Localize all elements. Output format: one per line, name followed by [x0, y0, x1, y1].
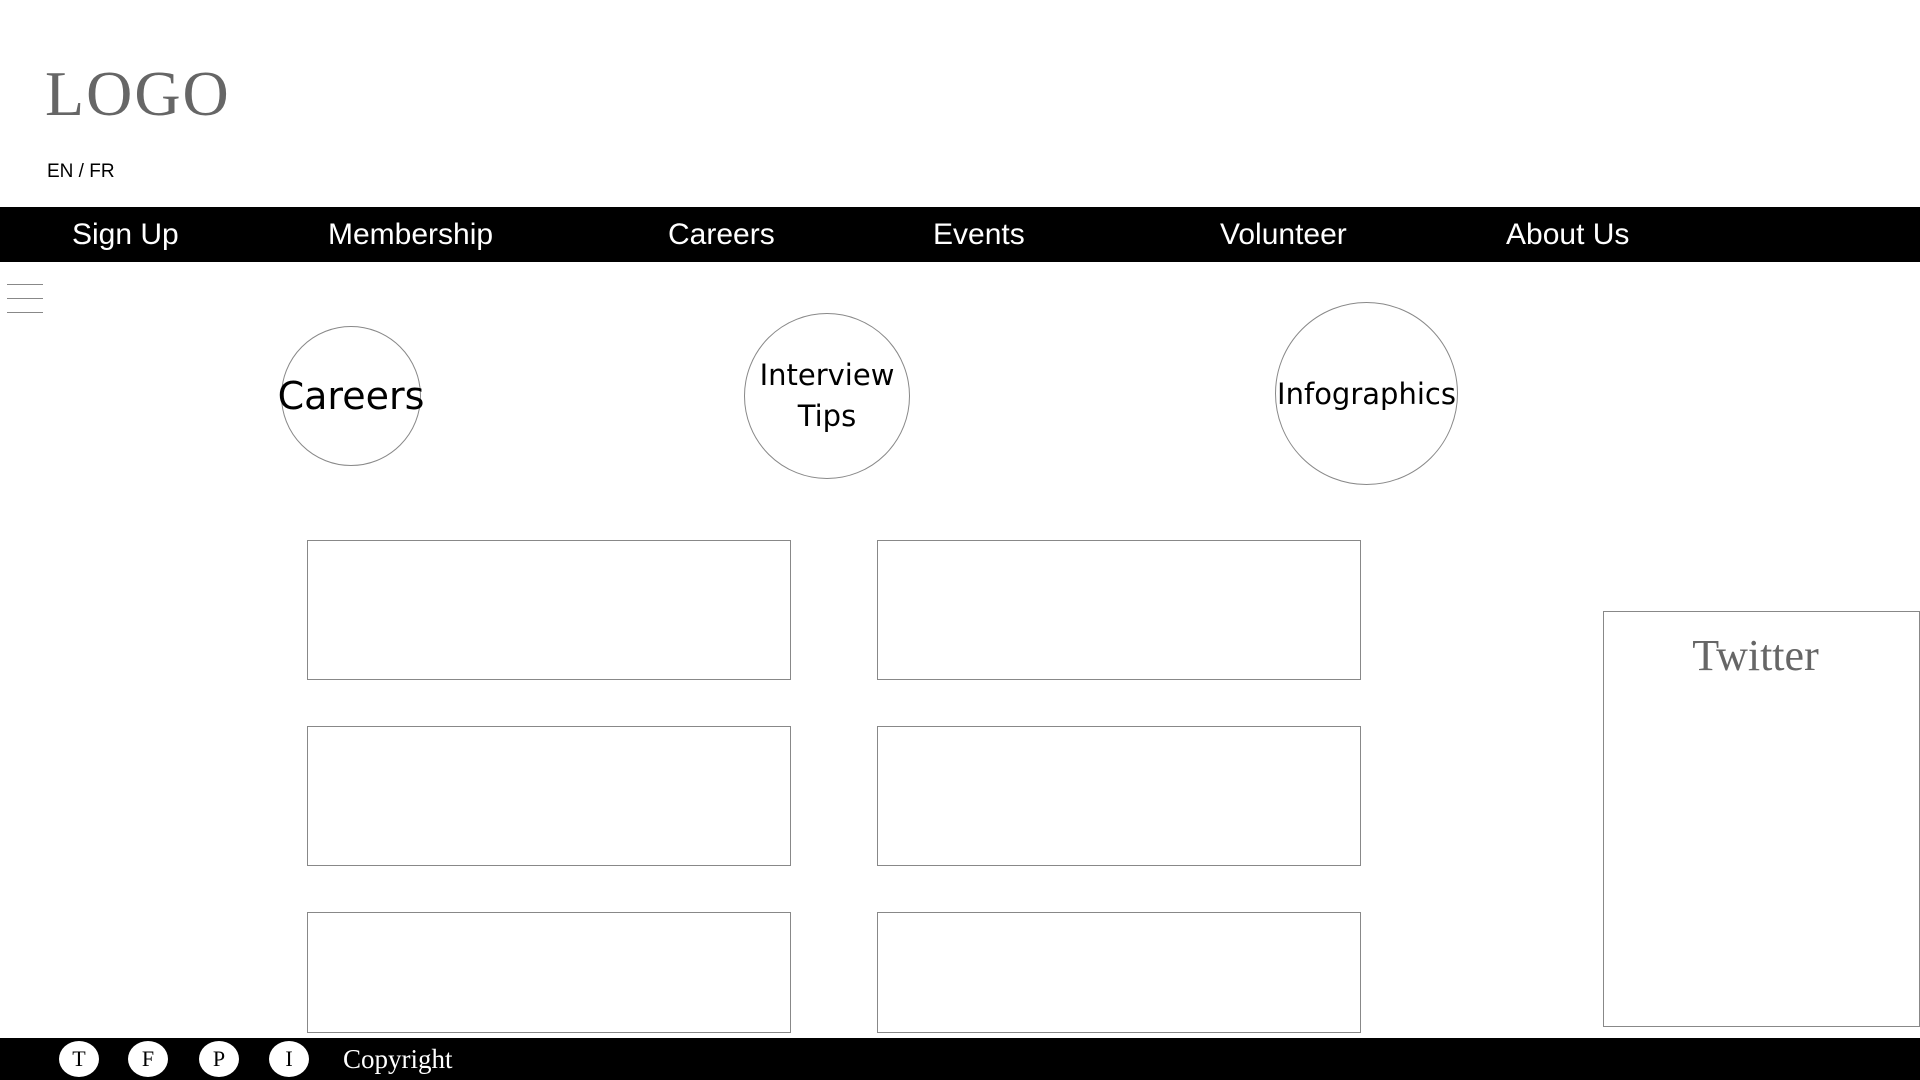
- footer: T F P I Copyright: [0, 1038, 1920, 1080]
- language-toggle[interactable]: EN / FR: [47, 161, 115, 183]
- pinterest-icon[interactable]: P: [199, 1041, 239, 1077]
- nav-membership[interactable]: Membership: [328, 207, 493, 262]
- instagram-icon[interactable]: I: [269, 1041, 309, 1077]
- logo[interactable]: LOGO: [45, 62, 231, 126]
- facebook-icon[interactable]: F: [128, 1041, 168, 1077]
- content-card[interactable]: [877, 726, 1361, 866]
- feature-label: Interview Tips: [759, 358, 895, 433]
- nav-careers[interactable]: Careers: [668, 207, 775, 262]
- twitter-feed[interactable]: Twitter: [1603, 611, 1920, 1027]
- content-card[interactable]: [877, 540, 1361, 680]
- hamburger-icon[interactable]: [7, 284, 43, 314]
- twitter-icon[interactable]: T: [59, 1041, 99, 1077]
- nav-sign-up[interactable]: Sign Up: [72, 207, 179, 262]
- nav-about-us[interactable]: About Us: [1506, 207, 1629, 262]
- content-card[interactable]: [877, 912, 1361, 1033]
- feature-circle-careers[interactable]: Careers: [278, 326, 424, 466]
- feature-label: Infographics: [1277, 376, 1456, 411]
- content-card[interactable]: [307, 726, 791, 866]
- content-card[interactable]: [307, 540, 791, 680]
- copyright-text: Copyright: [343, 1044, 453, 1074]
- nav-events[interactable]: Events: [933, 207, 1025, 262]
- content-card[interactable]: [307, 912, 791, 1033]
- feature-circle-interview-tips[interactable]: Interview Tips: [744, 313, 910, 479]
- feature-label: Careers: [277, 374, 425, 418]
- feature-circle-infographics[interactable]: Infographics: [1275, 302, 1458, 485]
- main-navigation: Sign Up Membership Careers Events Volunt…: [0, 207, 1920, 262]
- nav-volunteer[interactable]: Volunteer: [1220, 207, 1347, 262]
- twitter-title: Twitter: [1692, 631, 1819, 680]
